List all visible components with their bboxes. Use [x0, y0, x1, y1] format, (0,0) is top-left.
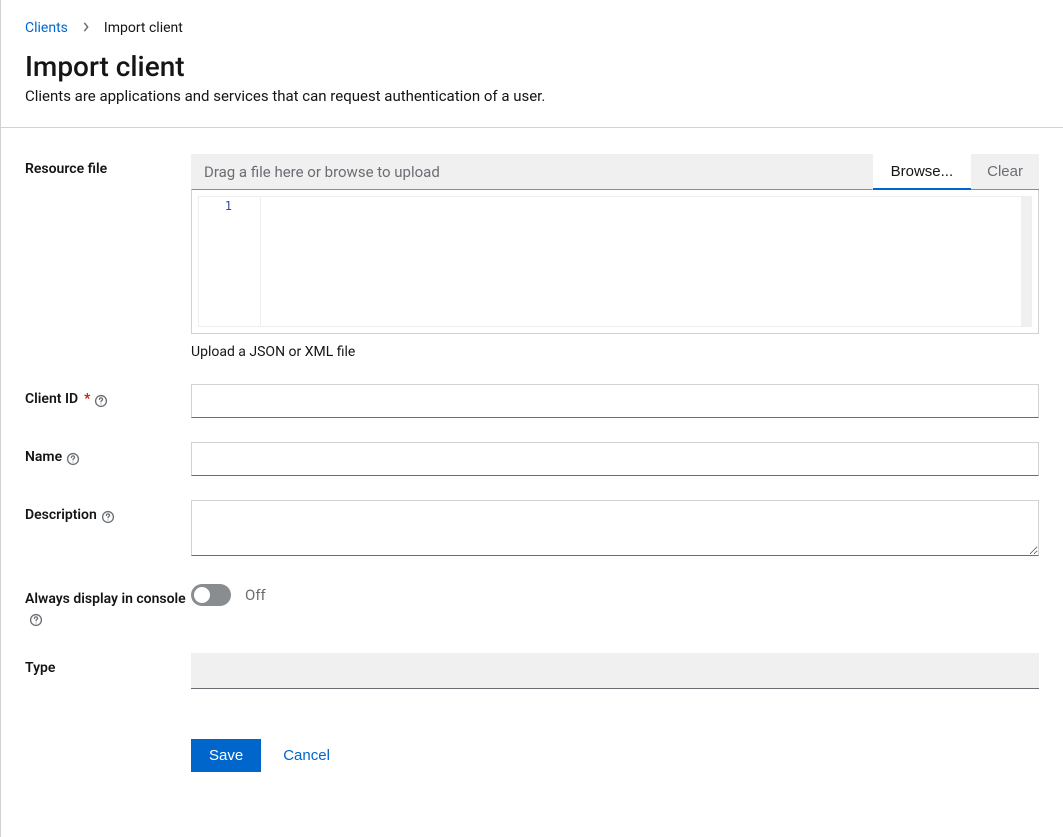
save-button[interactable]: Save: [191, 739, 261, 772]
file-hint: Upload a JSON or XML file: [191, 344, 1039, 360]
chevron-right-icon: [82, 22, 90, 35]
name-input[interactable]: [191, 442, 1039, 476]
breadcrumb: Clients Import client: [25, 20, 1039, 36]
help-icon[interactable]: [101, 510, 115, 524]
code-editor[interactable]: 1: [191, 190, 1039, 334]
required-indicator: *: [84, 390, 90, 410]
breadcrumb-current: Import client: [104, 20, 183, 36]
page-title: Import client: [25, 50, 1039, 83]
resource-file-label: Resource file: [25, 154, 191, 180]
description-label: Description: [25, 506, 97, 526]
import-client-form: Resource file Drag a file here or browse…: [25, 128, 1039, 772]
browse-button[interactable]: Browse...: [873, 154, 972, 190]
file-upload-bar: Drag a file here or browse to upload Bro…: [191, 154, 1039, 190]
help-icon[interactable]: [66, 452, 80, 466]
toggle-state-label: Off: [245, 586, 266, 604]
description-input[interactable]: [191, 500, 1039, 556]
name-label: Name: [25, 448, 62, 468]
code-content[interactable]: [261, 197, 1031, 326]
page-description: Clients are applications and services th…: [25, 87, 1039, 105]
code-gutter: 1: [199, 197, 261, 326]
client-id-input[interactable]: [191, 384, 1039, 418]
always-display-label: Always display in console: [25, 591, 186, 607]
type-label: Type: [25, 653, 191, 679]
cancel-button[interactable]: Cancel: [283, 747, 330, 764]
type-input: [191, 653, 1039, 689]
help-icon[interactable]: [94, 394, 108, 408]
help-icon[interactable]: [29, 613, 43, 627]
breadcrumb-parent-link[interactable]: Clients: [25, 20, 68, 36]
toggle-knob: [194, 587, 210, 603]
clear-button[interactable]: Clear: [971, 154, 1039, 190]
file-drop-zone[interactable]: Drag a file here or browse to upload: [191, 154, 873, 190]
always-display-toggle[interactable]: [191, 584, 231, 606]
client-id-label: Client ID: [25, 390, 78, 410]
